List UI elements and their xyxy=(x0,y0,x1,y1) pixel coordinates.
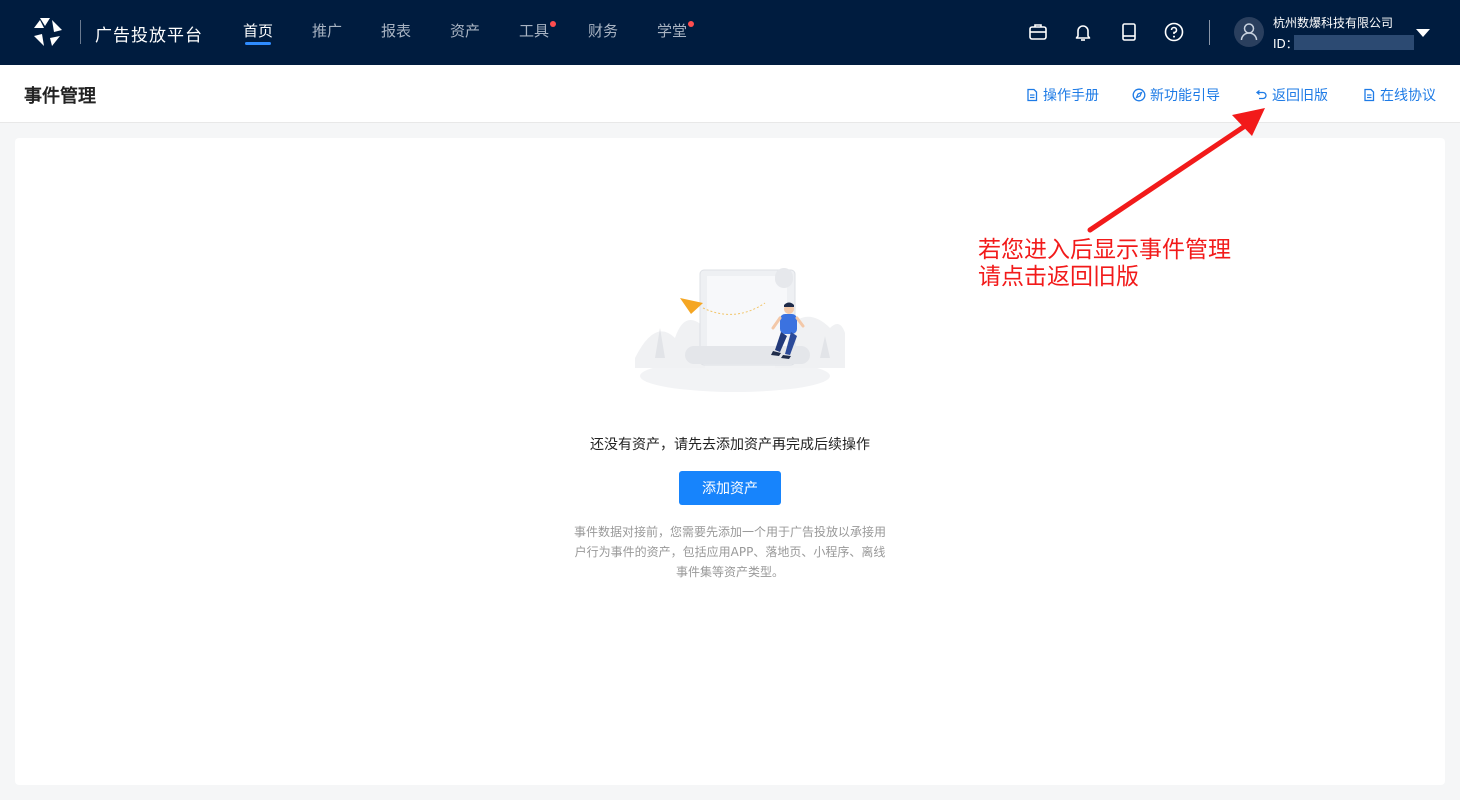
avatar[interactable] xyxy=(1234,17,1264,47)
document-icon xyxy=(1027,88,1038,102)
user-icon xyxy=(1240,23,1258,41)
account-id-redacted xyxy=(1294,35,1414,50)
notification-dot xyxy=(688,21,695,27)
return-old-version-label: 返回旧版 xyxy=(1272,88,1328,104)
brand-name[interactable]: 广告投放平台 xyxy=(95,21,203,46)
feature-guide-link-label: 新功能引导 xyxy=(1150,88,1220,104)
bell-icon[interactable] xyxy=(1072,21,1094,43)
nav-item-promotion[interactable]: 推广 xyxy=(312,20,342,41)
undo-icon xyxy=(1255,89,1267,100)
empty-state-card: 还没有资产，请先去添加资产再完成后续操作 添加资产 事件数据对接前，您需要先添加… xyxy=(15,138,1445,785)
add-asset-button[interactable]: 添加资产 xyxy=(679,471,781,505)
nav-item-label: 财务 xyxy=(588,22,619,40)
notification-dot xyxy=(550,21,557,27)
return-old-version-link[interactable]: 返回旧版 xyxy=(1254,85,1328,105)
empty-state-illustration xyxy=(635,268,845,392)
nav-item-assets[interactable]: 资产 xyxy=(450,20,480,41)
online-agreement-label: 在线协议 xyxy=(1380,88,1436,104)
chevron-down-icon[interactable] xyxy=(1414,27,1432,39)
nav-item-label: 工具 xyxy=(519,22,550,40)
briefcase-icon[interactable] xyxy=(1027,21,1049,43)
help-icon[interactable] xyxy=(1163,21,1185,43)
nav-item-label: 推广 xyxy=(312,22,343,40)
annotation-line-2: 请点击返回旧版 xyxy=(978,264,1139,290)
online-agreement-link[interactable]: 在线协议 xyxy=(1362,85,1436,105)
nav-item-finance[interactable]: 财务 xyxy=(588,20,618,41)
logo-icon[interactable] xyxy=(30,14,66,50)
manual-link-label: 操作手册 xyxy=(1043,88,1099,104)
annotation-text: 若您进入后显示事件管理 请点击返回旧版 xyxy=(978,237,1231,291)
nav-item-tools[interactable]: 工具 xyxy=(519,20,557,41)
tablet-icon[interactable] xyxy=(1118,21,1140,43)
empty-state-message: 还没有资产，请先去添加资产再完成后续操作 xyxy=(590,437,870,453)
top-navigation-bar: 广告投放平台 首页 推广 报表 资产 工具 财务 学堂 杭州数爆科技有限公司 I… xyxy=(0,0,1460,65)
document-icon xyxy=(1364,88,1375,102)
annotation-line-1: 若您进入后显示事件管理 xyxy=(978,237,1231,263)
logo-divider xyxy=(80,20,81,44)
nav-item-label: 首页 xyxy=(243,22,274,40)
company-name: 杭州数爆科技有限公司 xyxy=(1273,16,1394,30)
manual-link[interactable]: 操作手册 xyxy=(1025,85,1099,105)
nav-item-label: 报表 xyxy=(381,22,412,40)
nav-item-reports[interactable]: 报表 xyxy=(381,20,411,41)
page-header: 事件管理 操作手册 新功能引导 返回旧版 在线协议 xyxy=(0,65,1460,123)
empty-state-hint: 事件数据对接前，您需要先添加一个用于广告投放以承接用户行为事件的资产，包括应用A… xyxy=(573,525,886,579)
compass-icon xyxy=(1132,88,1146,102)
nav-item-home[interactable]: 首页 xyxy=(243,20,274,45)
nav-item-label: 资产 xyxy=(450,22,481,40)
active-underline xyxy=(245,42,272,45)
page-title: 事件管理 xyxy=(24,86,96,107)
nav-item-label: 学堂 xyxy=(657,22,688,40)
nav-item-academy[interactable]: 学堂 xyxy=(657,20,695,41)
toolbar-divider xyxy=(1209,20,1210,45)
feature-guide-link[interactable]: 新功能引导 xyxy=(1132,85,1220,105)
